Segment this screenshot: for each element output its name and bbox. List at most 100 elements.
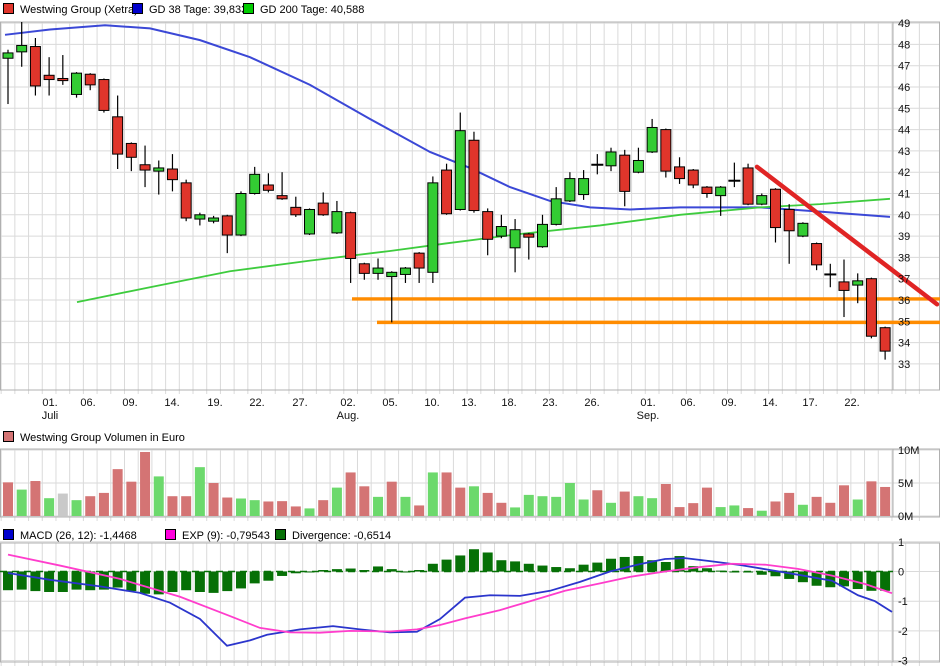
divergence-bar — [359, 570, 370, 572]
divergence-bar — [290, 571, 301, 574]
axis-tick-label: 23. — [542, 397, 557, 409]
chart-canvas: 33 34 35 36 37 38 39 40 41 42 43 44 45 46 47 48 49 10M 5M 0… — [0, 18, 940, 668]
gd200-label: GD 200 Tage: 40,588 — [260, 4, 365, 16]
volume-bar — [496, 502, 507, 516]
divergence-bar — [277, 571, 288, 576]
axis-tick-label: 5M — [898, 478, 913, 490]
candle-up — [564, 178, 576, 202]
candle-down — [619, 154, 631, 192]
legend-item-volume: Westwing Group Volumen in Euro — [3, 431, 185, 444]
axis-tick-label: 22. — [844, 397, 859, 409]
candle-down — [701, 186, 713, 195]
axis-tick-label: -2 — [898, 626, 908, 638]
volume-bar — [235, 498, 246, 516]
volume-bar — [551, 496, 562, 516]
candle-down — [98, 79, 110, 111]
axis-tick-label: 36 — [898, 295, 910, 307]
candle-down — [865, 278, 877, 337]
volume-bar — [797, 504, 808, 516]
candle-down — [125, 142, 137, 158]
candle-up — [715, 186, 727, 197]
divergence-bar — [373, 566, 384, 572]
candle-up — [797, 222, 809, 237]
volume-bar — [688, 503, 699, 516]
axis-tick-label: 13. — [461, 397, 476, 409]
volume-bar — [866, 481, 877, 516]
axis-tick-label: 06. — [680, 397, 695, 409]
volume-bar — [633, 496, 644, 516]
candle-down — [523, 233, 535, 238]
axis-tick-label: 34 — [898, 338, 910, 350]
volume-bar — [839, 485, 850, 516]
candle-up — [399, 267, 411, 275]
volume-bar — [701, 487, 712, 516]
price-legend: Westwing Group (Xetra) GD 38 Tage: 39,83… — [0, 3, 940, 17]
axis-tick-label: 09. — [122, 397, 137, 409]
volume-bar — [510, 507, 521, 516]
divergence-bar — [71, 571, 82, 590]
divergence-bar — [427, 563, 438, 572]
axis-tick-label: 38 — [898, 252, 910, 264]
divergence-bar — [537, 565, 548, 572]
divergence-bar — [30, 571, 41, 592]
volume-bar — [57, 493, 68, 516]
candle-up — [605, 151, 617, 167]
divergence-bar — [578, 564, 589, 572]
candle-down — [811, 243, 823, 266]
volume-bar — [619, 491, 630, 516]
axis-tick-label: 49 — [898, 18, 910, 30]
candle-down — [783, 208, 795, 232]
candle-up — [304, 208, 316, 235]
candle-up — [16, 44, 28, 53]
divergence-bar — [564, 568, 575, 572]
gd38-label: GD 38 Tage: 39,833 — [149, 4, 248, 16]
candle-down — [290, 206, 302, 216]
exp-label: EXP (9): -0,79543 — [182, 530, 270, 542]
candle-down — [345, 212, 357, 259]
axis-tick-label: 48 — [898, 39, 910, 51]
legend-item-gd38: GD 38 Tage: 39,833 — [132, 3, 247, 16]
axis-tick-label: 37 — [898, 274, 910, 286]
volume-bar — [482, 492, 493, 516]
candle-up — [550, 198, 562, 225]
axis-tick-label: 10. — [424, 397, 439, 409]
divergence-bar — [194, 571, 205, 592]
divergence-bar — [331, 569, 342, 572]
divergence-bar — [592, 562, 603, 572]
volume-bar — [30, 481, 41, 516]
legend-item-instrument: Westwing Group (Xetra) — [3, 3, 138, 16]
volume-bar — [359, 486, 370, 516]
volume-bar — [770, 501, 781, 516]
candle-down — [43, 74, 55, 81]
candle-down — [139, 164, 151, 171]
candle-up — [208, 217, 220, 222]
volume-bar — [468, 486, 479, 516]
candle-down — [838, 281, 850, 291]
candle-down — [112, 116, 124, 155]
instrument-swatch-icon — [3, 3, 14, 14]
volume-bar — [414, 505, 425, 516]
candle-up — [756, 195, 768, 205]
divergence-bar — [249, 571, 260, 584]
volume-bar — [140, 451, 151, 516]
axis-tick-label: 26. — [584, 397, 599, 409]
divergence-label: Divergence: -0,6514 — [292, 530, 392, 542]
divergence-bar — [729, 571, 740, 573]
candle-up — [578, 178, 590, 196]
volume-bar — [715, 507, 726, 516]
candle-doji — [824, 273, 837, 276]
volume-bar — [277, 501, 288, 516]
axis-tick-label: 06. — [80, 397, 95, 409]
volume-bar — [756, 510, 767, 516]
axis-tick-label: 14. — [164, 397, 179, 409]
candle-up — [2, 52, 14, 59]
volume-bar — [345, 472, 356, 516]
instrument-label: Westwing Group (Xetra) — [20, 4, 138, 16]
candle-up — [249, 173, 261, 195]
candle-down — [29, 46, 41, 87]
candle-down — [413, 252, 425, 269]
volume-bar — [263, 501, 274, 516]
volume-bar — [825, 502, 836, 516]
candle-down — [317, 202, 329, 216]
volume-bar — [592, 490, 603, 516]
